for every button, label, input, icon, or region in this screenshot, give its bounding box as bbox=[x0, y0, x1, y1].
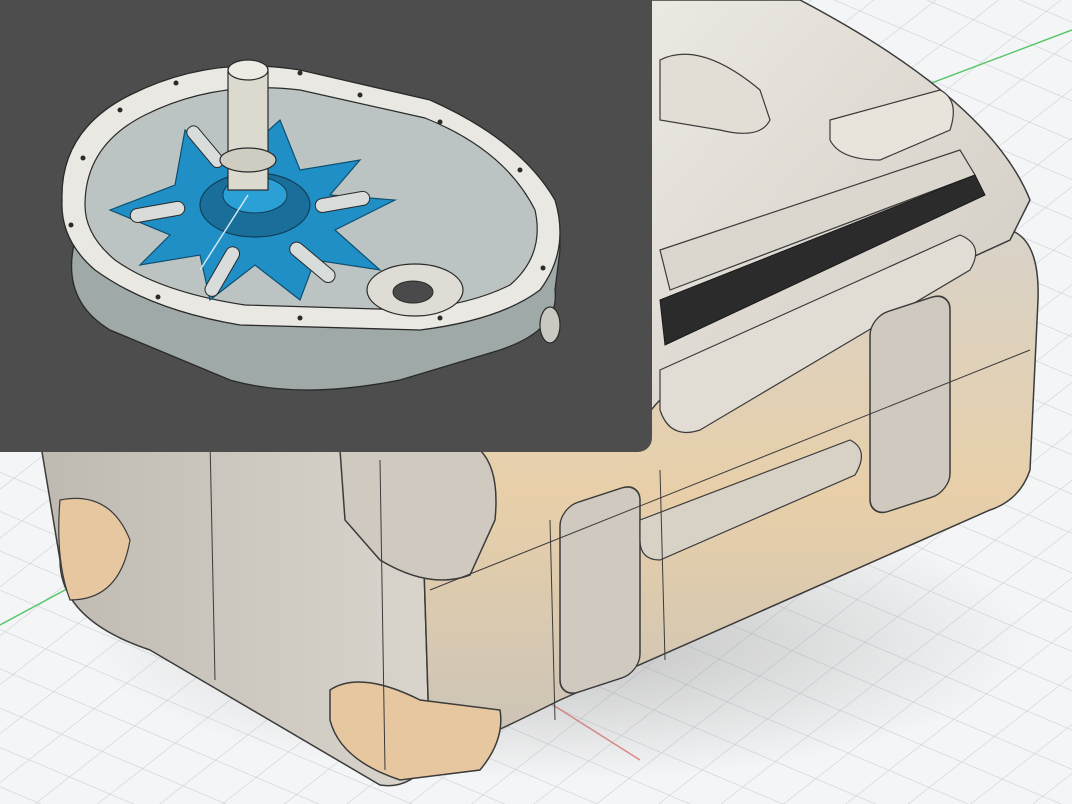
screw-hole bbox=[437, 119, 443, 125]
screw-hole bbox=[117, 107, 123, 113]
screw-hole bbox=[297, 70, 303, 76]
screw-hole bbox=[297, 315, 303, 321]
front-recess-1 bbox=[869, 295, 951, 514]
screw-hole bbox=[437, 315, 443, 321]
screw-hole bbox=[80, 155, 86, 161]
screw-hole bbox=[155, 294, 161, 300]
shaft-top bbox=[227, 59, 269, 81]
screw-hole bbox=[357, 92, 363, 98]
screw-hole bbox=[517, 167, 523, 173]
bearing-hole bbox=[392, 280, 434, 304]
screw-hole bbox=[540, 265, 546, 271]
inset-preview-panel[interactable] bbox=[0, 0, 652, 452]
inset-preview-canvas[interactable] bbox=[0, 0, 652, 452]
shaft-collar bbox=[219, 147, 277, 173]
3d-viewport[interactable] bbox=[0, 0, 1072, 804]
screw-hole bbox=[68, 222, 74, 228]
front-recess-2 bbox=[559, 486, 641, 694]
screw-hole bbox=[173, 80, 179, 86]
side-fitting bbox=[539, 306, 561, 344]
